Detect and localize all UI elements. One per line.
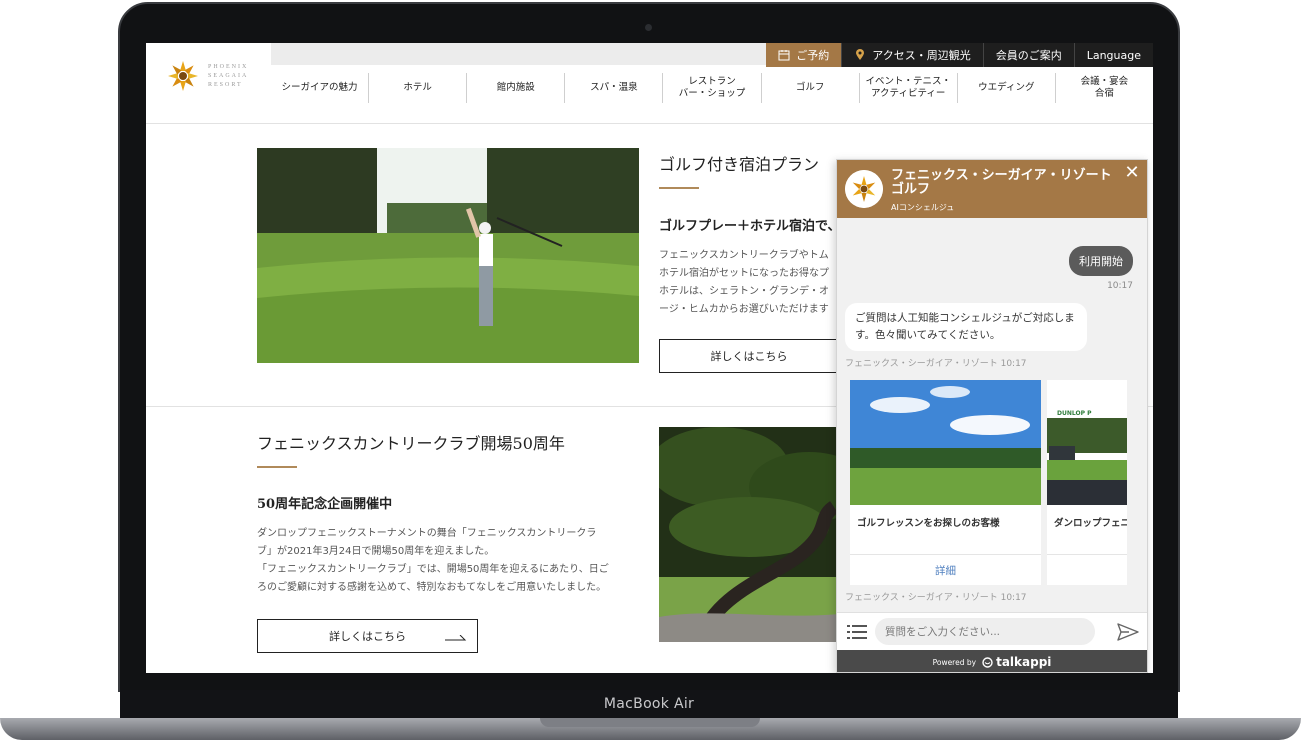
website-screen: PHOENIX SEAGAIA RESORT ご予約 アクセス・周辺観光 会員の…: [146, 43, 1153, 673]
menu-list-icon[interactable]: [847, 624, 867, 640]
body-line: ろのご愛顧に対する感謝を込めて、特別なおもてなしをご用意いたしました。: [257, 582, 607, 593]
map-pin-icon: [856, 49, 865, 60]
pine-tree-photo: [659, 427, 859, 642]
nav-item-attractions[interactable]: シーガイアの魅力: [271, 73, 370, 103]
section-subtitle: ゴルフプレー＋ホテル宿泊で、: [659, 219, 841, 234]
chat-message-input[interactable]: [875, 618, 1095, 645]
title-accent-line: [257, 466, 297, 468]
card-divider: [1047, 554, 1127, 555]
sun-logo-icon: [168, 61, 198, 91]
details-button[interactable]: 詳しくはこちら: [659, 339, 839, 373]
reservation-button[interactable]: ご予約: [766, 43, 842, 67]
body-line: 「フェニックスカントリークラブ」では、開場50周年を迎えるにあたり、日ご: [257, 564, 609, 575]
chat-title: フェニックス・シーガイア・リゾート ゴルフ: [891, 168, 1112, 197]
card-sign-text: DUNLOP P: [1057, 410, 1092, 417]
bot-message-meta: フェニックス・シーガイア・リゾート 10:17: [845, 359, 1027, 369]
user-message-time: 10:17: [1107, 281, 1133, 291]
nav-item-events[interactable]: イベント・テニス・ アクティビティー: [860, 73, 958, 103]
card-image: [850, 380, 1041, 505]
access-link[interactable]: アクセス・周辺観光: [841, 43, 983, 67]
arrow-right-icon: [445, 635, 467, 641]
body-line: フェニックスカントリークラブやトム: [659, 250, 829, 261]
body-line: ホテルは、シェラトン・グランデ・オ: [659, 286, 829, 297]
language-selector[interactable]: Language: [1073, 43, 1153, 67]
card-details-button[interactable]: 詳細: [850, 555, 1041, 585]
nav-item-meetings[interactable]: 会議・宴会 合宿: [1056, 73, 1153, 103]
section-subtitle: 50周年記念企画開催中: [257, 497, 393, 512]
section-body: フェニックスカントリークラブやトム ホテル宿泊がセットになったお得なプ ホテルは…: [659, 247, 839, 319]
body-line: ホテル宿泊がセットになったお得なプ: [659, 268, 829, 279]
user-message-bubble: 利用開始: [1069, 246, 1133, 276]
powered-by-footer: Powered by talkappi: [837, 650, 1147, 672]
laptop-chin: MacBook Air: [120, 690, 1178, 718]
utility-bar: ご予約 アクセス・周辺観光 会員のご案内 Language: [766, 43, 1153, 67]
body-line: ダンロップフェニックストーナメントの舞台「フェニックスカントリークラ: [257, 528, 597, 539]
nav-item-facilities[interactable]: 館内施設: [467, 73, 566, 103]
membership-label: 会員のご案内: [995, 49, 1062, 62]
language-label: Language: [1086, 48, 1141, 62]
body-line: ブ」が2021年3月24日で開場50周年を迎えました。: [257, 546, 495, 557]
carousel-card[interactable]: ゴルフレッスンをお探しのお客様 詳細: [850, 380, 1041, 585]
section-body: ダンロップフェニックストーナメントの舞台「フェニックスカントリークラ ブ」が20…: [257, 525, 642, 597]
section-title: フェニックスカントリークラブ開場50周年: [257, 434, 565, 453]
details-button-label: 詳しくはこちら: [710, 350, 788, 363]
golfer-photo: [257, 148, 639, 363]
carousel-card[interactable]: DUNLOP P ダンロップフェニ: [1047, 380, 1127, 585]
reservation-label: ご予約: [796, 49, 830, 62]
header-divider: [146, 123, 1153, 124]
talkappi-logo-icon: [982, 656, 993, 668]
chat-input-bar: [837, 612, 1147, 650]
access-label: アクセス・周辺観光: [872, 49, 971, 62]
chat-widget: フェニックス・シーガイア・リゾート ゴルフ AIコンシェルジュ ✕ 利用開始 1…: [836, 159, 1148, 673]
concierge-avatar-icon: [845, 170, 883, 208]
main-nav: シーガイアの魅力 ホテル 館内施設 スパ・温泉 レストラン バー・ショップ ゴル…: [271, 73, 1153, 103]
card-image: DUNLOP P: [1047, 380, 1127, 505]
calendar-icon: [778, 50, 790, 61]
talkappi-brand: talkappi: [982, 655, 1051, 669]
card-title: ダンロップフェニ: [1054, 518, 1127, 529]
powered-by-label: Powered by: [932, 657, 977, 667]
laptop-notch: [540, 718, 760, 727]
chat-subtitle: AIコンシェルジュ: [891, 203, 955, 212]
details-button[interactable]: 詳しくはこちら: [257, 619, 478, 653]
resort-logo[interactable]: PHOENIX SEAGAIA RESORT: [166, 59, 276, 95]
nav-item-restaurant[interactable]: レストラン バー・ショップ: [663, 73, 762, 103]
close-icon[interactable]: ✕: [1123, 164, 1141, 182]
device-label: MacBook Air: [603, 696, 695, 712]
details-button-label: 詳しくはこちら: [329, 630, 406, 643]
nav-item-spa[interactable]: スパ・温泉: [565, 73, 664, 103]
bot-message-bubble: ご質問は人工知能コンシェルジュがご対応します。色々聞いてみてください。: [845, 303, 1087, 351]
cards-meta: フェニックス・シーガイア・リゾート 10:17: [845, 593, 1027, 603]
nav-item-hotel[interactable]: ホテル: [369, 73, 468, 103]
laptop-mockup: MacBook Air PHOENIX SEAGAIA RESORT ご予約 ア…: [0, 0, 1301, 751]
membership-link[interactable]: 会員のご案内: [982, 43, 1074, 67]
send-icon[interactable]: [1117, 622, 1139, 642]
logo-text: PHOENIX SEAGAIA RESORT: [208, 64, 249, 88]
nav-item-golf[interactable]: ゴルフ: [762, 73, 860, 103]
section-title: ゴルフ付き宿泊プラン: [659, 155, 820, 174]
nav-item-wedding[interactable]: ウエディング: [958, 73, 1056, 103]
blurred-banner: [271, 43, 771, 65]
brand-name: talkappi: [996, 655, 1052, 669]
body-line: ージ・ヒムカからお選びいただけます: [659, 304, 829, 315]
card-title: ゴルフレッスンをお探しのお客様: [857, 518, 1000, 529]
title-accent-line: [659, 187, 699, 189]
camera: [645, 24, 652, 31]
chat-header: フェニックス・シーガイア・リゾート ゴルフ AIコンシェルジュ ✕: [837, 160, 1147, 218]
